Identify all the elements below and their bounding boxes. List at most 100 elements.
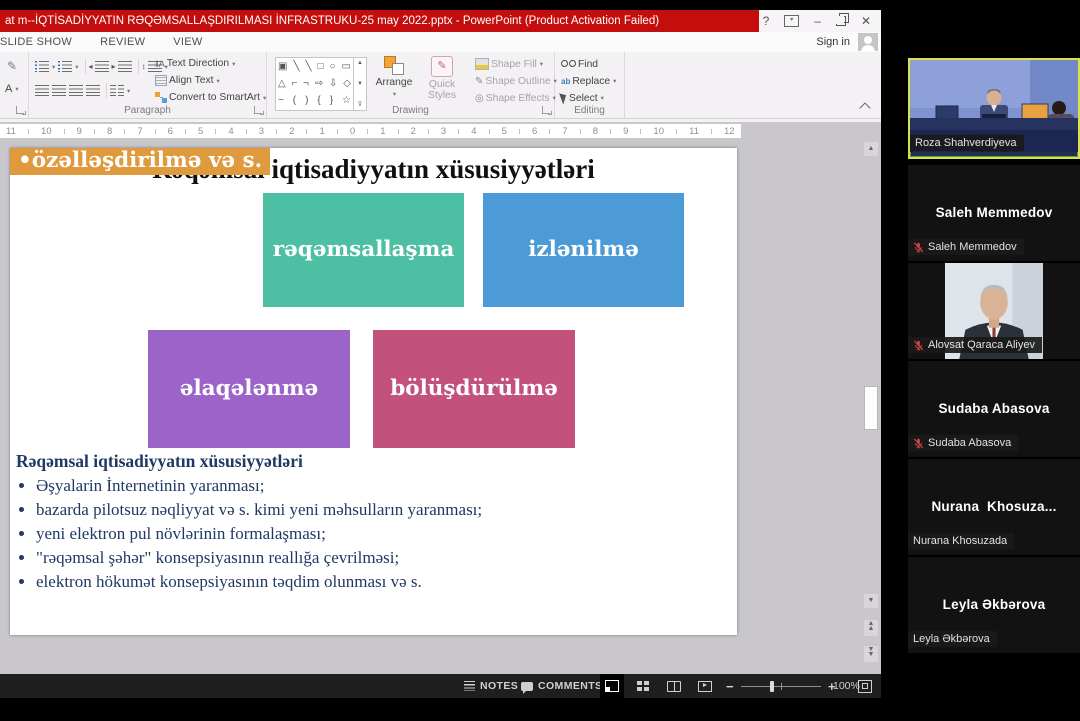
scrollbar-thumb[interactable] — [864, 386, 878, 430]
ruler-number: 3 — [259, 126, 264, 137]
shape-fill-button[interactable]: Shape Fill▾ — [475, 57, 557, 71]
numbering-button[interactable]: ▾ — [58, 61, 78, 72]
next-slide-button[interactable]: ▼▼ — [864, 646, 878, 662]
slide-canvas[interactable]: Rəqəmsal iqtisadiyyatın xüsusiyyətləri r… — [10, 148, 737, 635]
ribbon-tab-review[interactable]: REVIEW — [100, 36, 145, 48]
highlight-pen-icon[interactable]: ✎ — [7, 59, 17, 73]
shape-effects-icon: ◎ — [475, 93, 484, 104]
participant-tile[interactable]: Leyla ƏkbərovaLeyla Əkbərova — [908, 557, 1080, 653]
zoom-out-button[interactable]: − — [726, 679, 734, 694]
paragraph-group-label: Paragraph — [29, 105, 266, 116]
bullets-button[interactable]: ▾ — [35, 61, 55, 72]
shape-glyph-icon[interactable]: ⌐ — [292, 77, 298, 91]
arrange-button[interactable]: Arrange▾ — [371, 56, 417, 100]
ribbon-tab-view[interactable]: VIEW — [173, 36, 202, 48]
shape-glyph-icon[interactable]: ⇩ — [329, 77, 337, 91]
shape-glyph-icon[interactable]: ▭ — [342, 60, 351, 74]
bullet-item: yeni elektron pul növlərinin formalaşmas… — [36, 522, 482, 546]
slide-shape[interactable]: izlənilmə — [483, 193, 684, 307]
participant-name-label: Nurana Khosuzada — [908, 533, 1014, 549]
slide-list-heading[interactable]: Rəqəmsal iqtisadiyyatın xüsusiyyətləri — [16, 451, 303, 472]
participant-tile[interactable]: Alovsat Qaraca Aliyev — [908, 263, 1080, 359]
shape-glyph-icon[interactable]: ○ — [330, 60, 336, 74]
zoom-slider-thumb[interactable] — [770, 681, 774, 692]
convert-smartart-button[interactable]: Convert to SmartArt▾ — [155, 90, 266, 105]
participant-name: Nurana Khosuza... — [908, 499, 1080, 514]
participant-tile[interactable]: Sudaba AbasovaSudaba Abasova — [908, 361, 1080, 457]
find-button[interactable]: Find — [561, 57, 616, 71]
shape-gallery-scroll[interactable]: ▲▼⊽ — [353, 58, 366, 110]
shape-gallery[interactable]: ▣╲╲□○▭△⌐¬⇨⇩◇~(){}☆ ▲▼⊽ — [275, 57, 367, 111]
text-direction-button[interactable]: ‖A Text Direction▾ — [155, 56, 266, 71]
participant-name-label: Roza Shahverdiyeva — [910, 135, 1024, 151]
normal-view-button[interactable] — [600, 674, 624, 698]
ruler-number: 1 — [319, 126, 324, 137]
shape-glyph-icon[interactable]: ⇨ — [315, 77, 323, 91]
font-dialog-launcher-icon[interactable] — [16, 106, 24, 114]
previous-slide-button[interactable]: ▲▲ — [864, 620, 878, 636]
help-icon[interactable]: ? — [763, 15, 770, 27]
account-avatar-icon[interactable] — [858, 33, 878, 51]
shape-glyph-icon[interactable]: ¬ — [303, 77, 309, 91]
horizontal-ruler[interactable]: 11109876543210123456789101112 — [0, 124, 741, 138]
comments-button[interactable]: COMMENTS — [521, 674, 602, 698]
ruler-number: 7 — [562, 126, 567, 137]
ribbon-display-options-icon[interactable]: ▾ — [784, 15, 799, 27]
restore-icon[interactable] — [836, 16, 846, 26]
participant-tile[interactable]: Roza Shahverdiyeva — [908, 58, 1080, 159]
slide-shape[interactable]: •özəlləşdirilmə və s. — [10, 148, 270, 175]
collapse-ribbon-icon[interactable] — [859, 102, 870, 113]
shape-glyph-icon[interactable]: □ — [317, 60, 323, 74]
minimize-icon[interactable]: – — [814, 15, 821, 27]
shape-glyph-icon[interactable]: ◇ — [343, 77, 351, 91]
sign-in[interactable]: Sign in — [816, 33, 881, 51]
slide-sorter-button[interactable] — [631, 674, 655, 698]
zoom-slider[interactable] — [741, 686, 821, 687]
align-text-button[interactable]: Align Text▾ — [155, 73, 266, 88]
mic-muted-icon — [913, 438, 924, 449]
close-icon[interactable]: ✕ — [861, 15, 871, 27]
ribbon-tab-slide-show[interactable]: SLIDE SHOW — [0, 36, 72, 48]
fit-slide-to-window-icon[interactable] — [858, 680, 872, 693]
align-left-icon[interactable] — [35, 85, 49, 96]
font-color-button[interactable]: A▾ — [5, 83, 19, 95]
participant-tile[interactable]: Nurana Khosuza... Nurana Khosuzada — [908, 459, 1080, 555]
align-right-icon[interactable] — [69, 85, 83, 96]
notes-button[interactable]: NOTES — [464, 674, 518, 698]
drawing-dialog-launcher-icon[interactable] — [542, 106, 550, 114]
quick-styles-button[interactable]: ✎ Quick Styles — [419, 56, 465, 101]
paragraph-dialog-launcher-icon[interactable] — [254, 106, 262, 114]
replace-button[interactable]: ab Replace▾ — [561, 74, 616, 88]
vertical-scrollbar[interactable]: ▲ ▼ ▲▲ ▼▼ — [863, 142, 879, 670]
comments-icon — [521, 682, 533, 691]
reading-view-button[interactable] — [662, 674, 686, 698]
bullet-item: elektron hökumət konsepsiyasının təqdim … — [36, 570, 482, 594]
select-button[interactable]: Select▾ — [561, 91, 616, 105]
shape-fill-icon — [475, 58, 489, 70]
shape-glyph-icon[interactable]: ▣ — [278, 60, 287, 74]
columns-button[interactable]: ▾ — [110, 85, 130, 96]
zoom-level[interactable]: 100% — [833, 674, 860, 698]
slide-shape[interactable]: rəqəmsallaşma — [263, 193, 464, 307]
shape-glyph-icon[interactable]: ╲ — [293, 60, 299, 74]
slide-shape[interactable]: bölüşdürülmə — [373, 330, 575, 448]
participant-tile[interactable]: Saleh MemmedovSaleh Memmedov — [908, 165, 1080, 261]
powerpoint-window: at m--İQTİSADİYYATIN RƏQƏMSALLAŞDIRILMAS… — [0, 10, 881, 698]
slide-bullet-list[interactable]: Əşyalarin İnternetinin yaranması;bazarda… — [16, 474, 482, 594]
decrease-indent-icon[interactable]: ◂ — [89, 61, 109, 72]
slide-shape[interactable]: əlaqələnmə — [148, 330, 350, 448]
slideshow-button[interactable] — [693, 674, 717, 698]
shape-glyph-icon[interactable]: ╲ — [305, 60, 311, 74]
shape-outline-button[interactable]: ✎ Shape Outline▾ — [475, 74, 557, 88]
scroll-down-button[interactable]: ▼ — [864, 594, 878, 608]
shape-effects-button[interactable]: ◎ Shape Effects▾ — [475, 91, 557, 105]
ruler-number: 12 — [724, 126, 735, 137]
ribbon-tab-row: SLIDE SHOW REVIEW VIEW Sign in — [0, 32, 881, 52]
shape-glyph-icon[interactable]: △ — [278, 77, 286, 91]
justify-icon[interactable] — [86, 85, 100, 96]
align-center-icon[interactable] — [52, 85, 66, 96]
ruler-number: 2 — [411, 126, 416, 137]
increase-indent-icon[interactable]: ▸ — [112, 61, 132, 72]
scroll-up-button[interactable]: ▲ — [864, 142, 878, 156]
screen: at m--İQTİSADİYYATIN RƏQƏMSALLAŞDIRILMAS… — [0, 0, 1080, 721]
